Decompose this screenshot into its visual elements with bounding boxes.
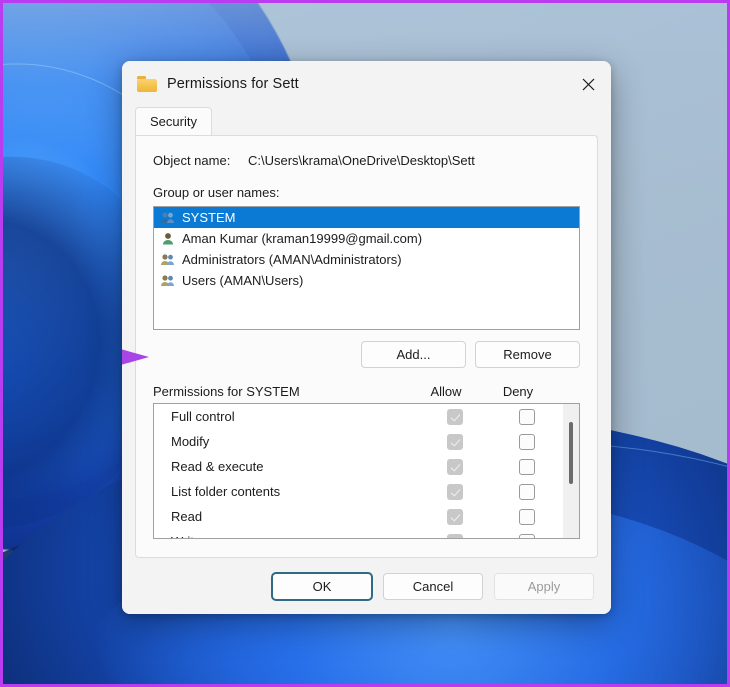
allow-cell[interactable] [419, 483, 491, 500]
apply-button[interactable]: Apply [494, 572, 594, 600]
deny-cell[interactable] [491, 458, 563, 475]
ok-button[interactable]: OK [272, 572, 372, 600]
column-header-deny: Deny [502, 384, 534, 399]
permission-name: Write [154, 534, 419, 538]
list-item[interactable]: Users (AMAN\Users) [154, 270, 579, 291]
dialog-titlebar[interactable]: Permissions for Sett [122, 61, 611, 107]
object-name-label: Object name: [153, 153, 231, 168]
permission-name: Modify [171, 434, 210, 449]
list-item[interactable]: Administrators (AMAN\Administrators) [154, 249, 579, 270]
deny-checkbox[interactable] [519, 458, 535, 475]
deny-checkbox[interactable] [519, 408, 535, 425]
list-item-label: Administrators (AMAN\Administrators) [182, 252, 402, 267]
deny-cell[interactable] [491, 483, 563, 500]
tab-strip: Security [122, 107, 611, 135]
dialog-footer: OK Cancel Apply [122, 558, 611, 614]
deny-cell[interactable] [491, 533, 563, 538]
allow-checkbox[interactable] [447, 533, 463, 538]
deny-cell[interactable] [491, 408, 563, 425]
allow-checkbox[interactable] [447, 483, 463, 500]
list-item-label: Users (AMAN\Users) [182, 273, 304, 288]
scrollbar-thumb[interactable] [569, 422, 573, 484]
security-tab-panel: Object name: C:\Users\krama\OneDrive\Des… [122, 135, 598, 558]
remove-button[interactable]: Remove [475, 341, 580, 368]
allow-cell[interactable] [419, 458, 491, 475]
table-row[interactable]: Read [154, 504, 563, 529]
permissions-title: Permissions for SYSTEM [153, 384, 300, 399]
list-item[interactable]: SYSTEM [154, 207, 579, 228]
object-name-value: C:\Users\krama\OneDrive\Desktop\Sett [248, 153, 475, 168]
allow-cell[interactable] [419, 508, 491, 525]
allow-checkbox[interactable] [447, 433, 463, 450]
deny-cell[interactable] [491, 508, 563, 525]
table-row[interactable]: Full control [154, 404, 563, 429]
object-name-row: Object name: C:\Users\krama\OneDrive\Des… [153, 153, 580, 168]
permissions-dialog: Permissions for Sett Security Object nam… [122, 61, 611, 614]
tab-security[interactable]: Security [135, 107, 212, 135]
deny-cell[interactable] [491, 433, 563, 450]
deny-checkbox[interactable] [519, 433, 535, 450]
folder-icon [137, 76, 157, 92]
allow-checkbox[interactable] [447, 458, 463, 475]
annotation-arrow [122, 349, 149, 365]
deny-checkbox[interactable] [519, 533, 535, 538]
list-action-buttons: Add... Remove [122, 341, 580, 368]
permission-name: Full control [171, 409, 235, 424]
allow-checkbox[interactable] [447, 508, 463, 525]
single-user-icon [160, 231, 176, 247]
permission-name: Read & execute [171, 459, 264, 474]
cancel-button[interactable]: Cancel [383, 572, 483, 600]
allow-cell[interactable] [419, 533, 491, 538]
permission-name: List folder contents [171, 484, 281, 499]
list-item-label: SYSTEM [182, 210, 236, 225]
close-icon[interactable] [565, 61, 611, 107]
permissions-table: Full control Modify Read & execute List … [153, 403, 580, 539]
group-user-names-label: Group or user names: [153, 185, 280, 200]
table-row[interactable]: Write [154, 529, 563, 538]
table-row[interactable]: Read & execute [154, 454, 563, 479]
add-button[interactable]: Add... [361, 341, 466, 368]
allow-cell[interactable] [419, 433, 491, 450]
table-row[interactable]: List folder contents [154, 479, 563, 504]
deny-checkbox[interactable] [519, 508, 535, 525]
permissions-header: Permissions for SYSTEM Allow Deny [153, 384, 580, 403]
allow-cell[interactable] [419, 408, 491, 425]
permissions-scrollbar[interactable] [563, 404, 579, 538]
group-users-icon [160, 252, 176, 268]
column-header-allow: Allow [430, 384, 462, 399]
list-item-label: Aman Kumar (kraman19999@gmail.com) [182, 231, 423, 246]
table-row[interactable]: Modify [154, 429, 563, 454]
list-item[interactable]: Aman Kumar (kraman19999@gmail.com) [154, 228, 579, 249]
allow-checkbox[interactable] [447, 408, 463, 425]
group-user-names-list[interactable]: SYSTEM Aman Kumar (kraman19999@gmail.com… [153, 206, 580, 330]
deny-checkbox[interactable] [519, 483, 535, 500]
permissions-rows: Full control Modify Read & execute List … [154, 404, 563, 538]
screen: Permissions for Sett Security Object nam… [0, 0, 730, 687]
group-users-icon [160, 210, 176, 226]
dialog-title: Permissions for Sett [167, 76, 299, 92]
permission-name: Read [171, 509, 203, 524]
group-users-icon [160, 273, 176, 289]
